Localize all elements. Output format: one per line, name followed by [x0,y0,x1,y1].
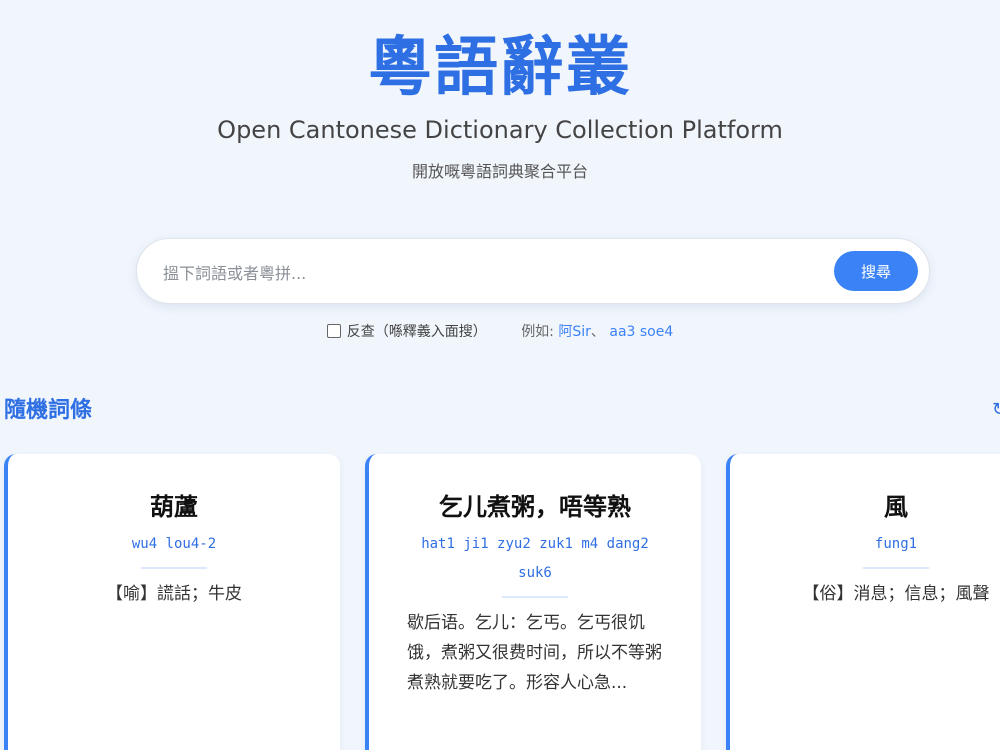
card-headword: 葫蘆 [150,493,198,521]
search-options: 反查（喺釋義入面搜） 例如: 阿Sir、 aa3 soe4 [0,321,1000,343]
subtitle-english: Open Cantonese Dictionary Collection Pla… [217,116,783,144]
subtitle-chinese: 開放嘅粵語詞典聚合平台 [411,162,588,181]
card-definition: 【喻】謊話；牛皮 [106,584,242,604]
card-divider [502,596,568,598]
example-link-asir[interactable]: 阿Sir [558,324,591,340]
card-jyutping: wu4 lou4-2 [131,536,217,552]
card-definition: 歇后语。乞儿：乞丐。乞丐很饥饿，煮粥又很费时间，所以不等粥煮熟就要吃了。形容人心… [407,613,662,693]
search-bar: 搜尋 [136,238,930,304]
reverse-search-checkbox[interactable] [326,324,341,338]
random-entries-title: 隨機詞條 [4,398,93,423]
example-link-aa3-soe4[interactable]: aa3 soe4 [609,324,673,340]
reverse-search-label[interactable]: 反查（喺釋義入面搜） [347,324,487,340]
search-button[interactable]: 搜尋 [834,251,918,291]
entry-card[interactable]: 風 fung1 【俗】消息；信息；風聲 [726,454,1000,750]
card-divider [863,567,929,569]
page: 粵語辭叢 Open Cantonese Dictionary Collectio… [0,0,1000,750]
entry-card[interactable]: 葫蘆 wu4 lou4-2 【喻】謊話；牛皮 [4,454,340,750]
search-input[interactable] [161,257,805,289]
card-definition: 【俗】消息；信息；風聲 [802,584,990,604]
entry-card[interactable]: 乞儿煮粥，唔等熟 hat1 ji1 zyu2 zuk1 m4 dang2 suk… [365,454,701,750]
card-jyutping: hat1 ji1 zyu2 zuk1 m4 dang2 suk6 [421,536,649,581]
example-separator: 、 [590,324,605,340]
card-jyutping: fung1 [874,536,918,552]
site-logo[interactable]: 粵語辭叢 [0,28,1000,108]
card-headword: 乞儿煮粥，唔等熟 [439,493,631,521]
card-divider [141,567,207,569]
examples-label: 例如: [521,324,554,340]
refresh-icon[interactable]: ↻ [992,398,1000,422]
card-headword: 風 [884,493,908,521]
